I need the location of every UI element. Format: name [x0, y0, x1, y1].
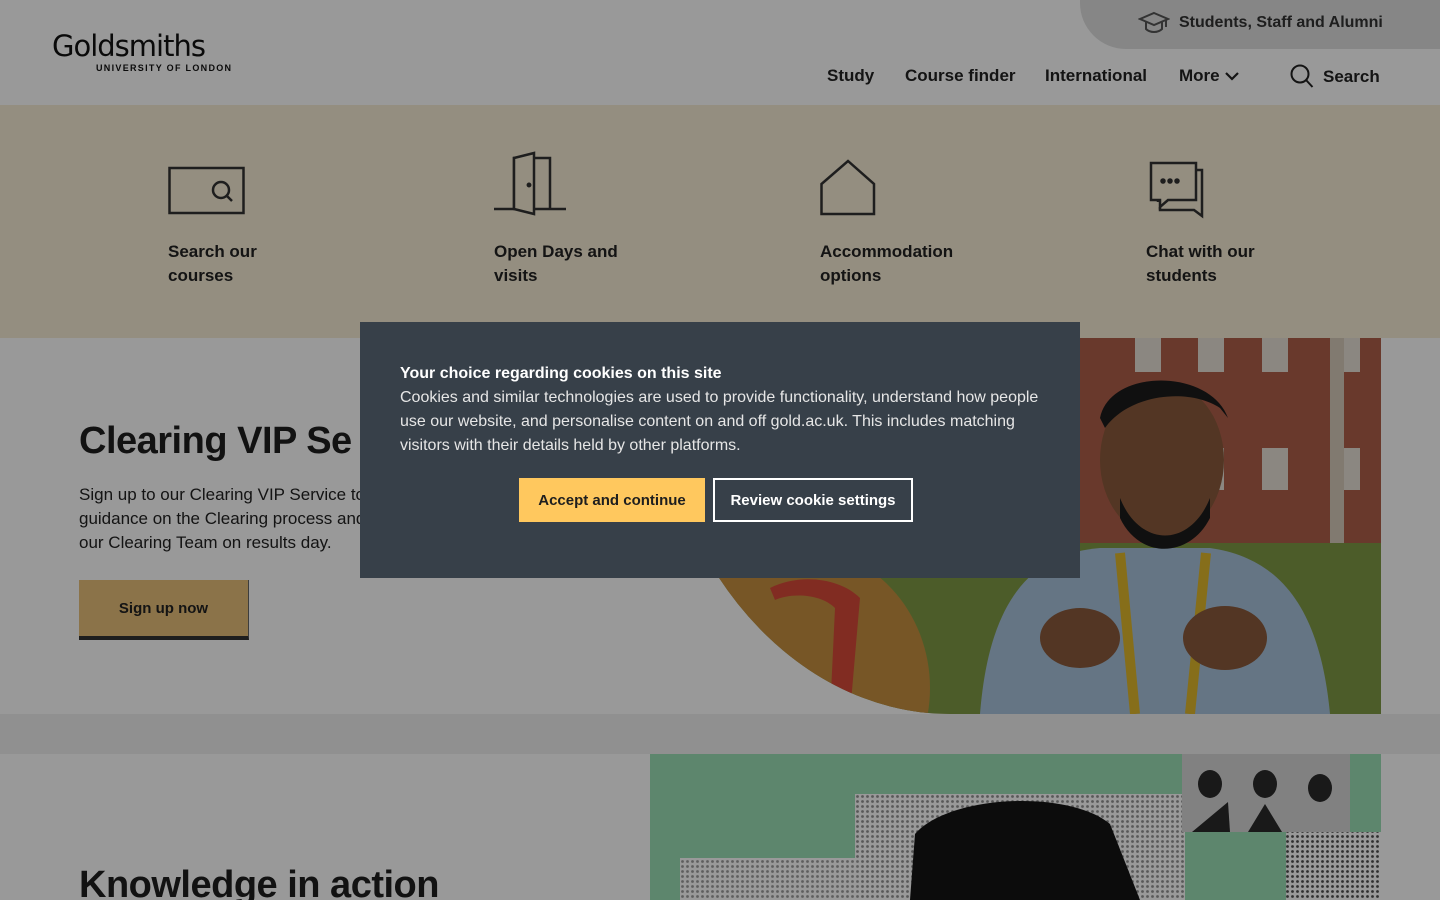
- accept-cookies-button[interactable]: Accept and continue: [519, 478, 705, 522]
- cookie-dialog-title: Your choice regarding cookies on this si…: [400, 365, 722, 382]
- cookie-dialog-body: Cookies and similar technologies are use…: [400, 389, 1039, 454]
- review-cookie-settings-button[interactable]: Review cookie settings: [713, 478, 913, 522]
- cookie-consent-dialog: Your choice regarding cookies on this si…: [360, 322, 1080, 578]
